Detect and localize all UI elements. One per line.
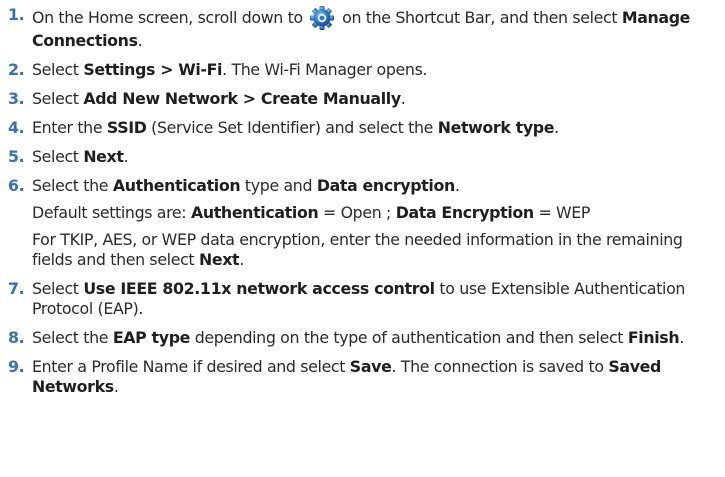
step-text: Select the Authentication type and Data … [32, 176, 715, 270]
step-3: 3. Select Add New Network > Create Manua… [8, 89, 715, 109]
step-text-part: . [679, 328, 684, 347]
step-text-part: . [113, 377, 119, 396]
step-text: Select the EAP type depending on the typ… [32, 328, 715, 348]
step-text: Select Add New Network > Create Manually… [32, 89, 715, 109]
step-text-part: Select [32, 60, 84, 79]
step-number: 9. [8, 357, 25, 376]
step-text-part: Select the [32, 328, 113, 347]
settings-gear-icon [309, 5, 335, 31]
step-7: 7. Select Use IEEE 802.11x network acces… [8, 279, 715, 319]
step-number: 8. [8, 328, 25, 347]
ui-term: Next [198, 250, 240, 269]
step-text-part: . [123, 147, 129, 166]
ui-term: Use IEEE 802.11x network access control [83, 279, 435, 298]
step-text-part: Select [32, 147, 84, 166]
instruction-document: 1. On the Home screen, scroll down to on… [0, 0, 725, 477]
step-number: 6. [8, 176, 25, 195]
ui-term: Next [83, 147, 124, 166]
step-text-part: (Service Set Identifier) and select the [146, 118, 438, 137]
step-text-part: depending on the type of authentication … [190, 328, 628, 347]
step-2: 2. Select Settings > Wi-Fi. The Wi-Fi Ma… [8, 60, 715, 80]
step-text-part: . [454, 176, 460, 195]
step-text-part: Enter a Profile Name if desired and sele… [32, 357, 350, 376]
note-text-part: = WEP [533, 203, 591, 222]
step-number: 1. [8, 5, 25, 24]
step-number: 7. [8, 279, 25, 298]
step-text-part: Select the [32, 176, 113, 195]
step-text-part: Enter the [32, 118, 107, 137]
ui-term: Settings > Wi-Fi [83, 60, 223, 79]
step-text-part: . [400, 89, 406, 108]
step-text: Enter a Profile Name if desired and sele… [32, 357, 715, 397]
ui-term: Save [349, 357, 392, 376]
note-text-part: Default settings are: [32, 203, 191, 222]
ui-term: Data encryption [316, 176, 455, 195]
step-8: 8. Select the EAP type depending on the … [8, 328, 715, 348]
ui-term: Network type [437, 118, 555, 137]
ui-term: Data Encryption [395, 203, 534, 222]
step-text-part: Select [32, 89, 84, 108]
step-number: 4. [8, 118, 25, 137]
ui-term: Finish [627, 328, 680, 347]
step-text: On the Home screen, scroll down to on th… [32, 5, 715, 51]
step-6: 6. Select the Authentication type and Da… [8, 176, 715, 270]
step-1: 1. On the Home screen, scroll down to on… [8, 5, 715, 51]
step-number: 2. [8, 60, 25, 79]
step-text-part: . [137, 31, 143, 50]
step-9: 9. Enter a Profile Name if desired and s… [8, 357, 715, 397]
step-number: 5. [8, 147, 25, 166]
step-text: Select Use IEEE 802.11x network access c… [32, 279, 715, 319]
note-text-part: . [239, 250, 244, 269]
note-text-part: = Open ; [318, 203, 396, 222]
step-text-part: On the Home screen, scroll down to [32, 8, 308, 27]
note-text-part: For TKIP, AES, or WEP data encryption, e… [32, 230, 683, 269]
ui-term: Authentication [190, 203, 319, 222]
step-text-part: . The Wi-Fi Manager opens. [222, 60, 428, 79]
step-number: 3. [8, 89, 25, 108]
step-text: Enter the SSID (Service Set Identifier) … [32, 118, 715, 138]
step-text-part: on the Shortcut Bar, and then select [337, 8, 622, 27]
ui-term: EAP type [112, 328, 191, 347]
step-text: Select Settings > Wi-Fi. The Wi-Fi Manag… [32, 60, 715, 80]
step-4: 4. Enter the SSID (Service Set Identifie… [8, 118, 715, 138]
ui-term: Add New Network > Create Manually [83, 89, 401, 108]
step-text-part: . The connection is saved to [391, 357, 609, 376]
step-5: 5. Select Next. [8, 147, 715, 167]
step-text-part: . [554, 118, 559, 137]
ui-term: SSID [106, 118, 147, 137]
default-settings-note: Default settings are: Authentication = O… [32, 203, 715, 223]
step-text: Select Next. [32, 147, 715, 167]
ui-term: Authentication [112, 176, 241, 195]
step-text-part: Select [32, 279, 84, 298]
step-text-part: type and [240, 176, 317, 195]
encryption-note: For TKIP, AES, or WEP data encryption, e… [32, 230, 715, 270]
